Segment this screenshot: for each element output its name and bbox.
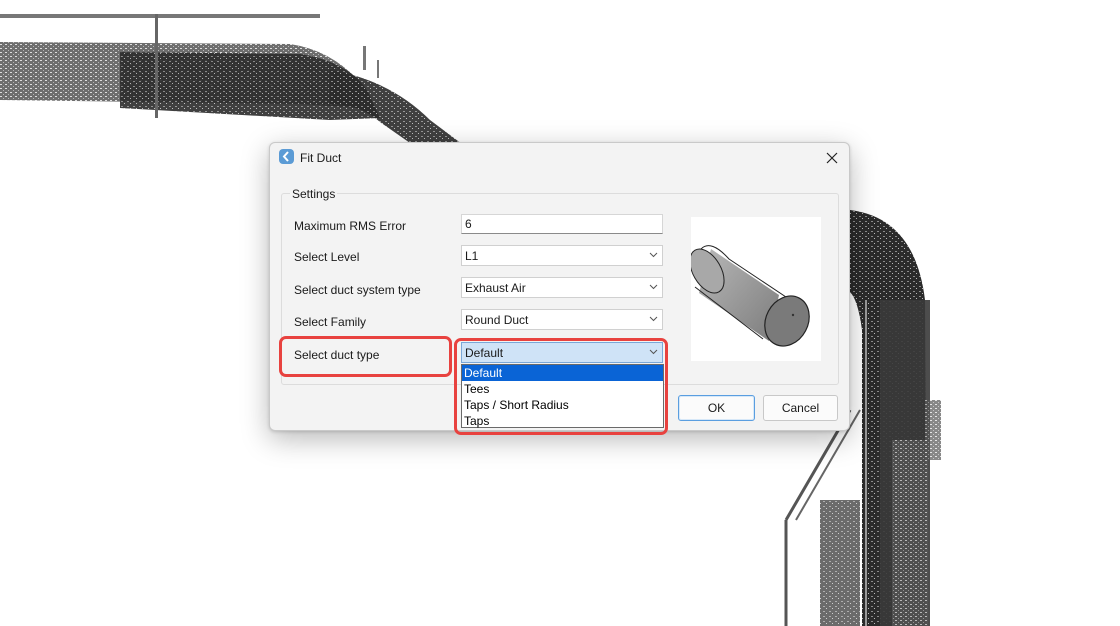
cancel-button[interactable]: Cancel	[763, 395, 838, 421]
chevron-down-icon	[649, 252, 658, 258]
dialog-title: Fit Duct	[300, 151, 342, 165]
ok-button[interactable]: OK	[678, 395, 755, 421]
max-rms-error-input[interactable]: 6	[461, 214, 663, 234]
chevron-down-icon	[649, 284, 658, 290]
chevron-down-icon	[649, 316, 658, 322]
close-button[interactable]	[821, 147, 843, 169]
close-icon	[826, 152, 838, 164]
select-family-label: Select Family	[294, 315, 367, 329]
highlight-duct-type-label	[279, 336, 452, 377]
select-level-combo[interactable]: L1	[461, 245, 663, 266]
duct-system-type-combo[interactable]: Exhaust Air	[461, 277, 663, 298]
max-rms-error-value: 6	[465, 217, 472, 231]
duct-system-type-value: Exhaust Air	[465, 281, 526, 295]
max-rms-error-label: Maximum RMS Error	[294, 219, 407, 233]
revit-viewport: Fit Duct Settings Maximum RMS Error 6 Se…	[0, 0, 1120, 626]
select-level-value: L1	[465, 249, 479, 263]
select-family-value: Round Duct	[465, 313, 529, 327]
duct-system-type-label: Select duct system type	[294, 283, 421, 297]
fit-duct-app-icon	[279, 149, 294, 164]
duct-preview-image	[689, 217, 821, 361]
select-family-combo[interactable]: Round Duct	[461, 309, 663, 330]
select-level-label: Select Level	[294, 250, 360, 264]
dialog-titlebar[interactable]: Fit Duct	[270, 143, 849, 173]
cylinder-duct-preview	[689, 245, 810, 347]
highlight-duct-type-dropdown	[454, 338, 668, 435]
settings-group-title: Settings	[290, 187, 338, 201]
